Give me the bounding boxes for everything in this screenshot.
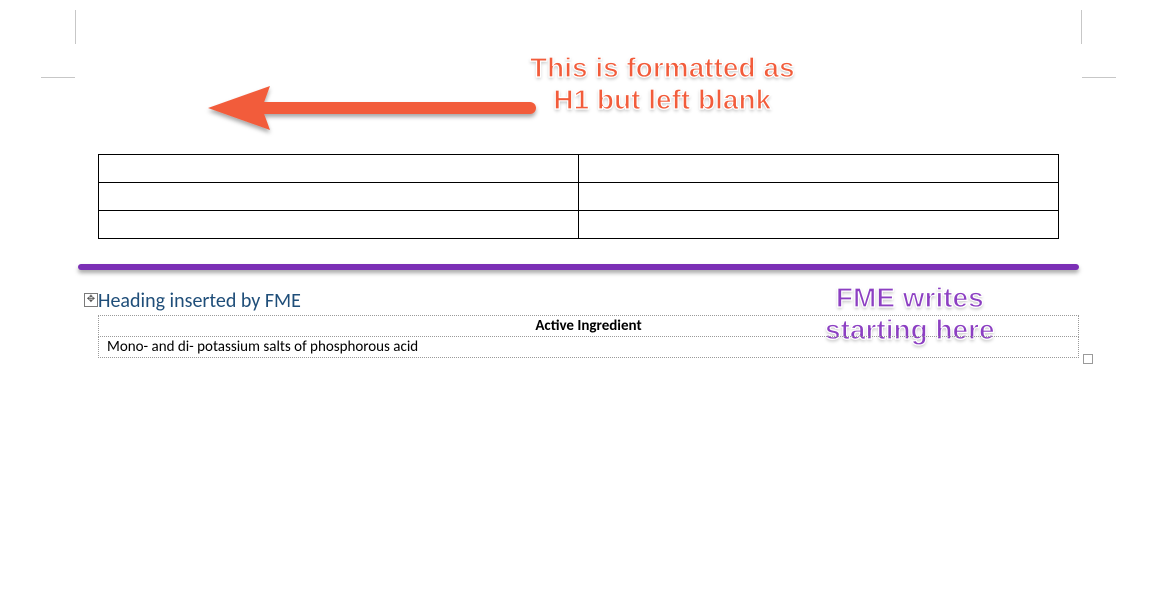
crop-mark-top-left	[75, 44, 109, 78]
blank-cell[interactable]	[99, 211, 579, 239]
table-row[interactable]	[99, 183, 1059, 211]
table-row[interactable]: Active Ingredient	[99, 316, 1079, 337]
blank-table[interactable]	[98, 154, 1059, 239]
table-cell-ingredient[interactable]: Mono- and di- potassium salts of phospho…	[99, 337, 1079, 358]
blank-cell[interactable]	[579, 183, 1059, 211]
table-header-active-ingredient[interactable]: Active Ingredient	[99, 316, 1079, 337]
table-resize-handle-icon[interactable]	[1083, 354, 1093, 364]
blank-cell[interactable]	[579, 211, 1059, 239]
document-body	[98, 154, 1059, 239]
annotation-divider-purple	[78, 264, 1079, 270]
blank-cell[interactable]	[579, 155, 1059, 183]
table-move-handle-icon[interactable]: ✥	[84, 293, 98, 307]
crop-mark-top-right	[1048, 44, 1082, 78]
table-row[interactable]	[99, 155, 1059, 183]
table-row[interactable]: Mono- and di- potassium salts of phospho…	[99, 337, 1079, 358]
blank-cell[interactable]	[99, 155, 579, 183]
fme-inserted-region: ✥ Heading inserted by FME Active Ingredi…	[98, 289, 1079, 358]
blank-cell[interactable]	[99, 183, 579, 211]
heading-inserted-by-fme[interactable]: Heading inserted by FME	[98, 289, 1079, 313]
table-row[interactable]	[99, 211, 1059, 239]
fme-inserted-table[interactable]: Active Ingredient Mono- and di- potassiu…	[98, 315, 1079, 358]
